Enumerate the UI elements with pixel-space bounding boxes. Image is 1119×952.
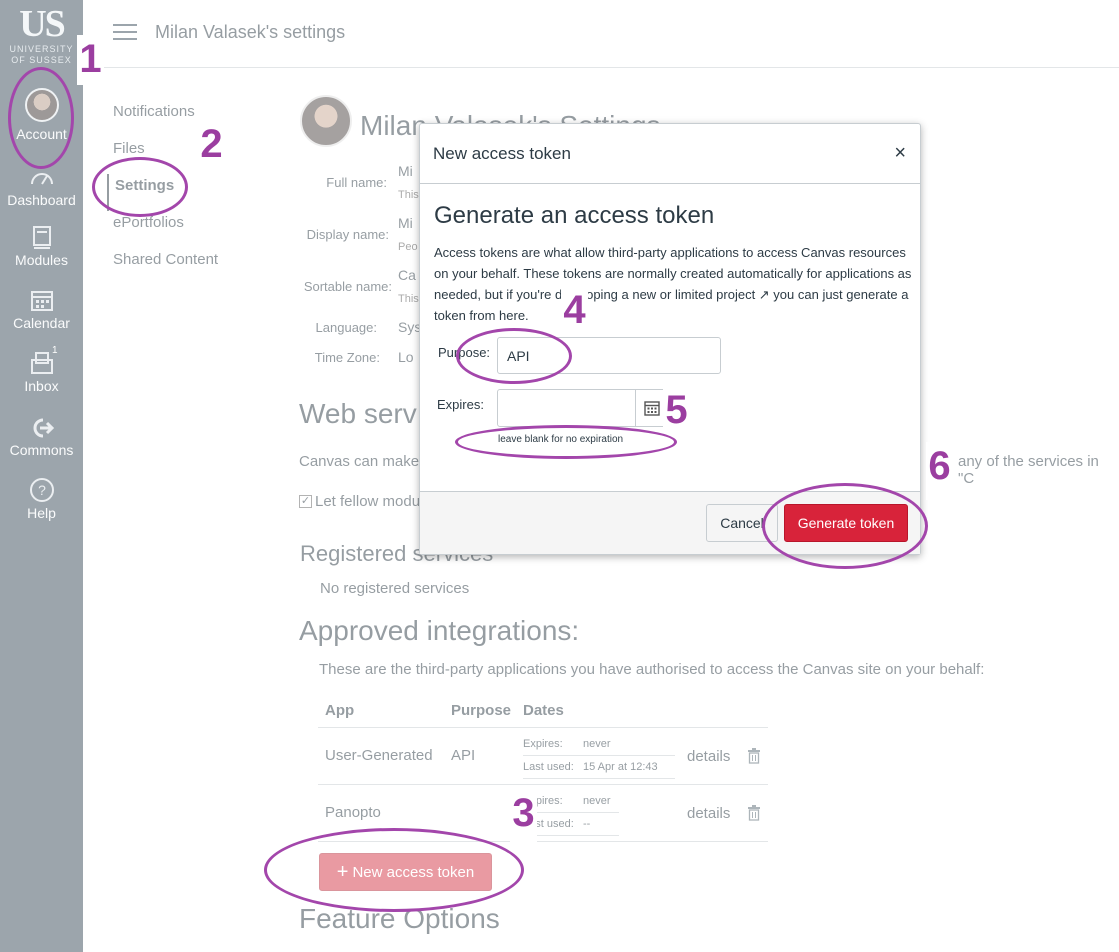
annotation-number-1: 1 xyxy=(77,35,104,85)
dialog-description: Access tokens are what allow third-party… xyxy=(434,245,912,323)
annotation-ring-account xyxy=(8,67,74,169)
annotation-number-2: 2 xyxy=(198,120,225,177)
annotation-number-5: 5 xyxy=(663,386,690,432)
close-icon[interactable]: × xyxy=(894,142,906,165)
calendar-icon xyxy=(643,401,660,416)
expires-label: Expires: xyxy=(437,397,484,412)
annotation-number-6: 6 xyxy=(926,442,953,500)
dialog-heading: Generate an access token xyxy=(434,202,715,229)
annotation-ring-new-token xyxy=(264,828,524,912)
annotation-ring-settings xyxy=(92,157,188,217)
annotation-number-4: 4 xyxy=(561,286,588,332)
annotation-ring-generate xyxy=(762,483,928,569)
annotation-ring-expires xyxy=(455,425,677,459)
dialog-title: New access token xyxy=(433,144,571,163)
annotation-number-3: 3 xyxy=(510,789,537,843)
annotation-ring-purpose xyxy=(456,328,572,384)
dialog-header: New access token × xyxy=(420,124,920,184)
